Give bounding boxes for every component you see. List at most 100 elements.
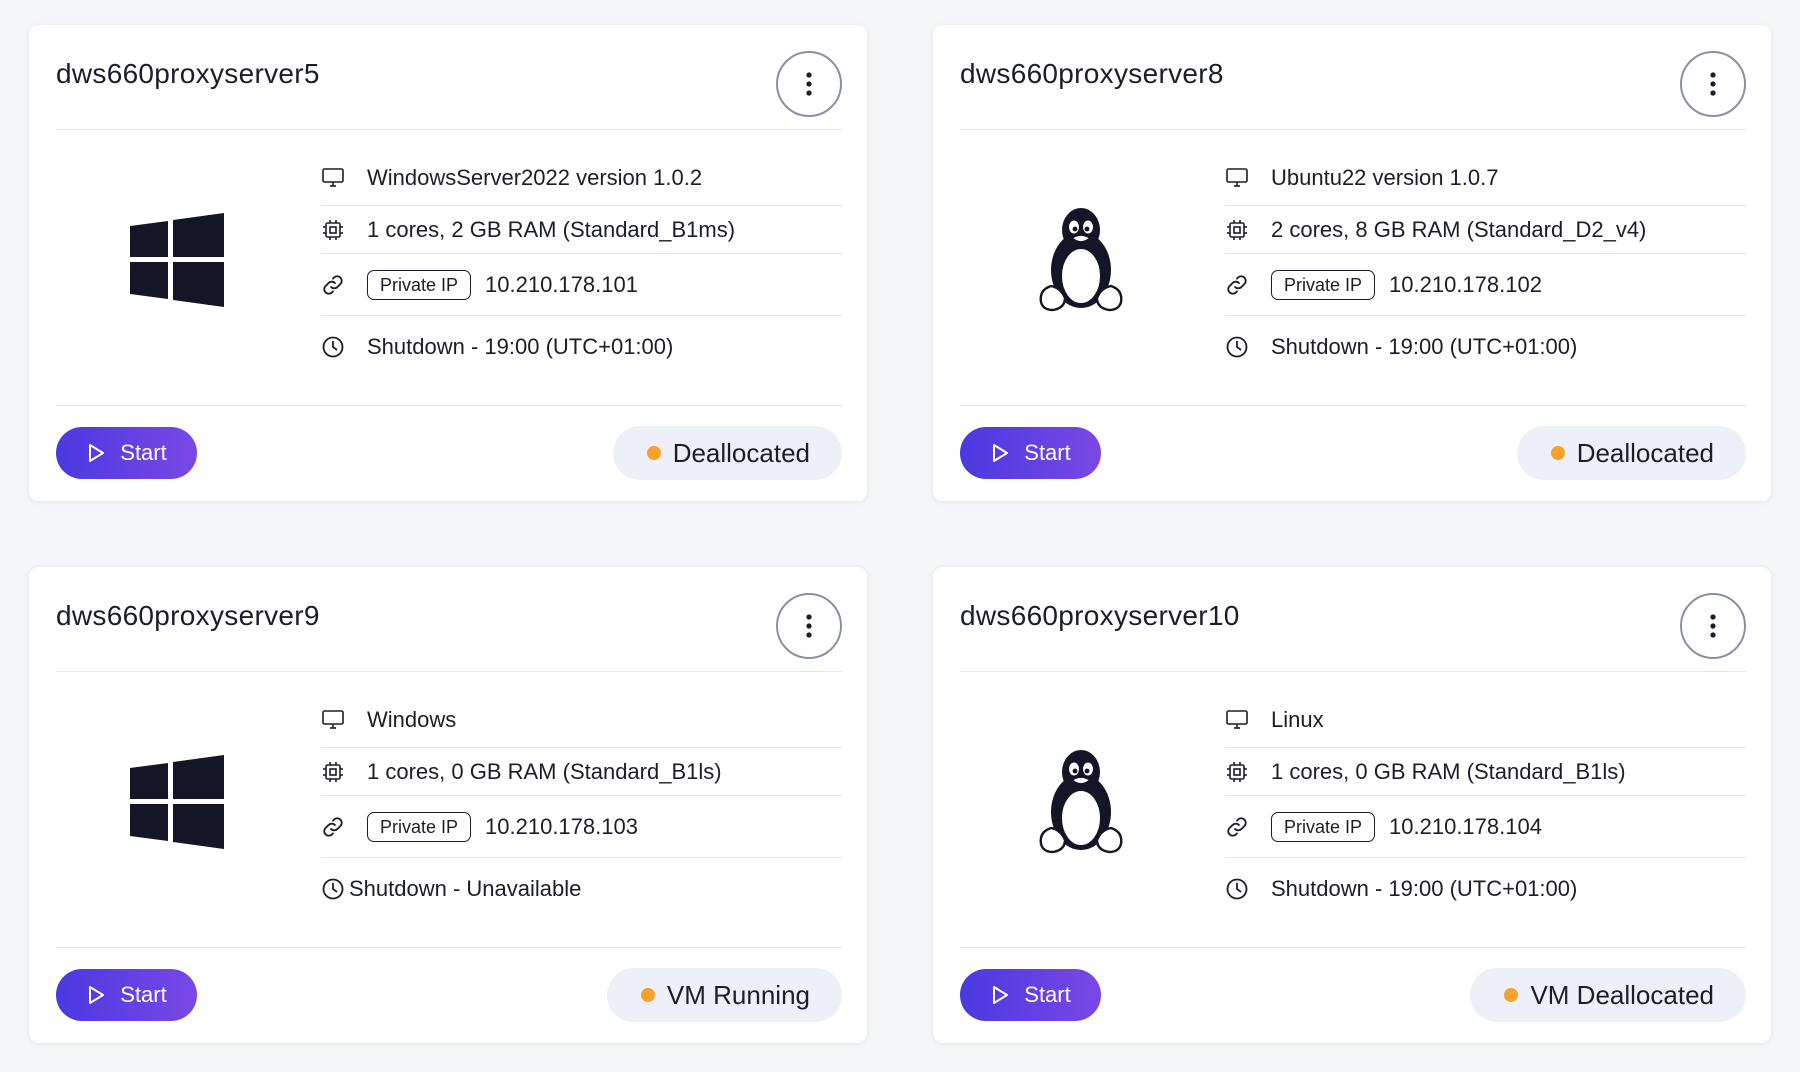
image-row: WindowsServer2022 version 1.0.2 [321,150,842,206]
vm-details: Linux 1 cores, 0 GB RAM (Standard_B1ls) … [1225,692,1746,920]
start-label: Start [1024,982,1071,1007]
specs-text: 1 cores, 2 GB RAM (Standard_B1ms) [367,216,736,242]
start-label: Start [120,982,167,1007]
divider [960,405,1746,406]
ip-address: 10.210.178.103 [485,813,638,839]
status-text: VM Deallocated [1530,979,1714,1010]
vm-name: dws660proxyserver9 [56,600,320,631]
vm-details: Ubuntu22 version 1.0.7 2 cores, 8 GB RAM… [1225,150,1746,378]
monitor-icon [321,164,367,192]
ip-address: 10.210.178.104 [1389,813,1542,839]
private-ip-badge: Private IP [367,811,472,842]
vm-card: dws660proxyserver9 Windows 1 cores, 0 GB… [29,567,867,1043]
monitor-icon [1225,706,1271,734]
status-dot-icon [640,988,655,1002]
private-ip-badge: Private IP [367,269,472,300]
shutdown-text: Shutdown - 19:00 (UTC+01:00) [1271,334,1578,359]
status-text: VM Running [666,979,810,1010]
ip-row: Private IP 10.210.178.104 [1225,796,1746,858]
image-row: Ubuntu22 version 1.0.7 [1225,150,1746,206]
vm-name: dws660proxyserver8 [960,58,1224,89]
private-ip-badge: Private IP [1271,811,1376,842]
monitor-icon [1225,164,1271,192]
linux-tux-icon [1023,202,1139,318]
status-dot-icon [1550,446,1565,460]
play-icon [993,444,1009,462]
shutdown-text: Shutdown - Unavailable [349,876,582,901]
status-badge: VM Deallocated [1470,968,1746,1022]
link-icon [321,813,367,841]
status-badge: Deallocated [1516,426,1746,480]
image-text: Windows [367,706,457,732]
ip-row: Private IP 10.210.178.101 [321,254,842,316]
shutdown-text: Shutdown - 19:00 (UTC+01:00) [1271,876,1578,901]
status-badge: Deallocated [612,426,842,480]
shutdown-text: Shutdown - 19:00 (UTC+01:00) [367,334,674,359]
divider [56,129,842,130]
monitor-icon [321,706,367,734]
more-options-button[interactable] [776,593,842,659]
specs-text: 2 cores, 8 GB RAM (Standard_D2_v4) [1271,216,1647,242]
play-icon [89,986,105,1004]
vertical-dots-icon [1710,72,1716,96]
divider [56,671,842,672]
start-label: Start [120,440,167,465]
vm-card-grid: dws660proxyserver5 WindowsServer2022 ver… [0,0,1800,1072]
windows-logo-icon [119,202,235,318]
image-text: Ubuntu22 version 1.0.7 [1271,164,1499,190]
clock-icon [321,875,349,903]
start-label: Start [1024,440,1071,465]
link-icon [1225,813,1271,841]
image-row: Linux [1225,692,1746,748]
more-options-button[interactable] [1680,593,1746,659]
play-icon [89,444,105,462]
cpu-icon [1225,758,1271,786]
status-text: Deallocated [672,437,810,468]
specs-text: 1 cores, 0 GB RAM (Standard_B1ls) [1271,758,1626,784]
more-options-button[interactable] [776,51,842,117]
cpu-icon [321,216,367,244]
link-icon [1225,271,1271,299]
start-button[interactable]: Start [56,969,197,1021]
divider [960,129,1746,130]
cpu-icon [321,758,367,786]
vm-card: dws660proxyserver10 Linux 1 cores, 0 GB … [933,567,1771,1043]
status-text: Deallocated [1576,437,1714,468]
shutdown-row: Shutdown - Unavailable [321,858,842,920]
divider [960,671,1746,672]
clock-icon [321,333,367,361]
vm-card: dws660proxyserver5 WindowsServer2022 ver… [29,25,867,501]
status-dot-icon [1504,988,1519,1002]
ip-row: Private IP 10.210.178.102 [1225,254,1746,316]
specs-text: 1 cores, 0 GB RAM (Standard_B1ls) [367,758,722,784]
vertical-dots-icon [1710,614,1716,638]
shutdown-row: Shutdown - 19:00 (UTC+01:00) [1225,316,1746,378]
clock-icon [1225,875,1271,903]
shutdown-row: Shutdown - 19:00 (UTC+01:00) [321,316,842,378]
vm-name: dws660proxyserver5 [56,58,320,89]
image-row: Windows [321,692,842,748]
shutdown-row: Shutdown - 19:00 (UTC+01:00) [1225,858,1746,920]
vm-card: dws660proxyserver8 Ubuntu22 version 1.0.… [933,25,1771,501]
windows-logo-icon [119,744,235,860]
image-text: Linux [1271,706,1324,732]
vm-name: dws660proxyserver10 [960,600,1240,631]
ip-row: Private IP 10.210.178.103 [321,796,842,858]
start-button[interactable]: Start [56,427,197,479]
status-badge: VM Running [606,968,842,1022]
specs-row: 1 cores, 0 GB RAM (Standard_B1ls) [1225,748,1746,796]
play-icon [993,986,1009,1004]
divider [960,947,1746,948]
divider [56,405,842,406]
cpu-icon [1225,216,1271,244]
start-button[interactable]: Start [960,969,1101,1021]
vertical-dots-icon [806,72,812,96]
link-icon [321,271,367,299]
specs-row: 1 cores, 0 GB RAM (Standard_B1ls) [321,748,842,796]
clock-icon [1225,333,1271,361]
start-button[interactable]: Start [960,427,1101,479]
vertical-dots-icon [806,614,812,638]
ip-address: 10.210.178.102 [1389,271,1542,297]
more-options-button[interactable] [1680,51,1746,117]
status-dot-icon [646,446,661,460]
